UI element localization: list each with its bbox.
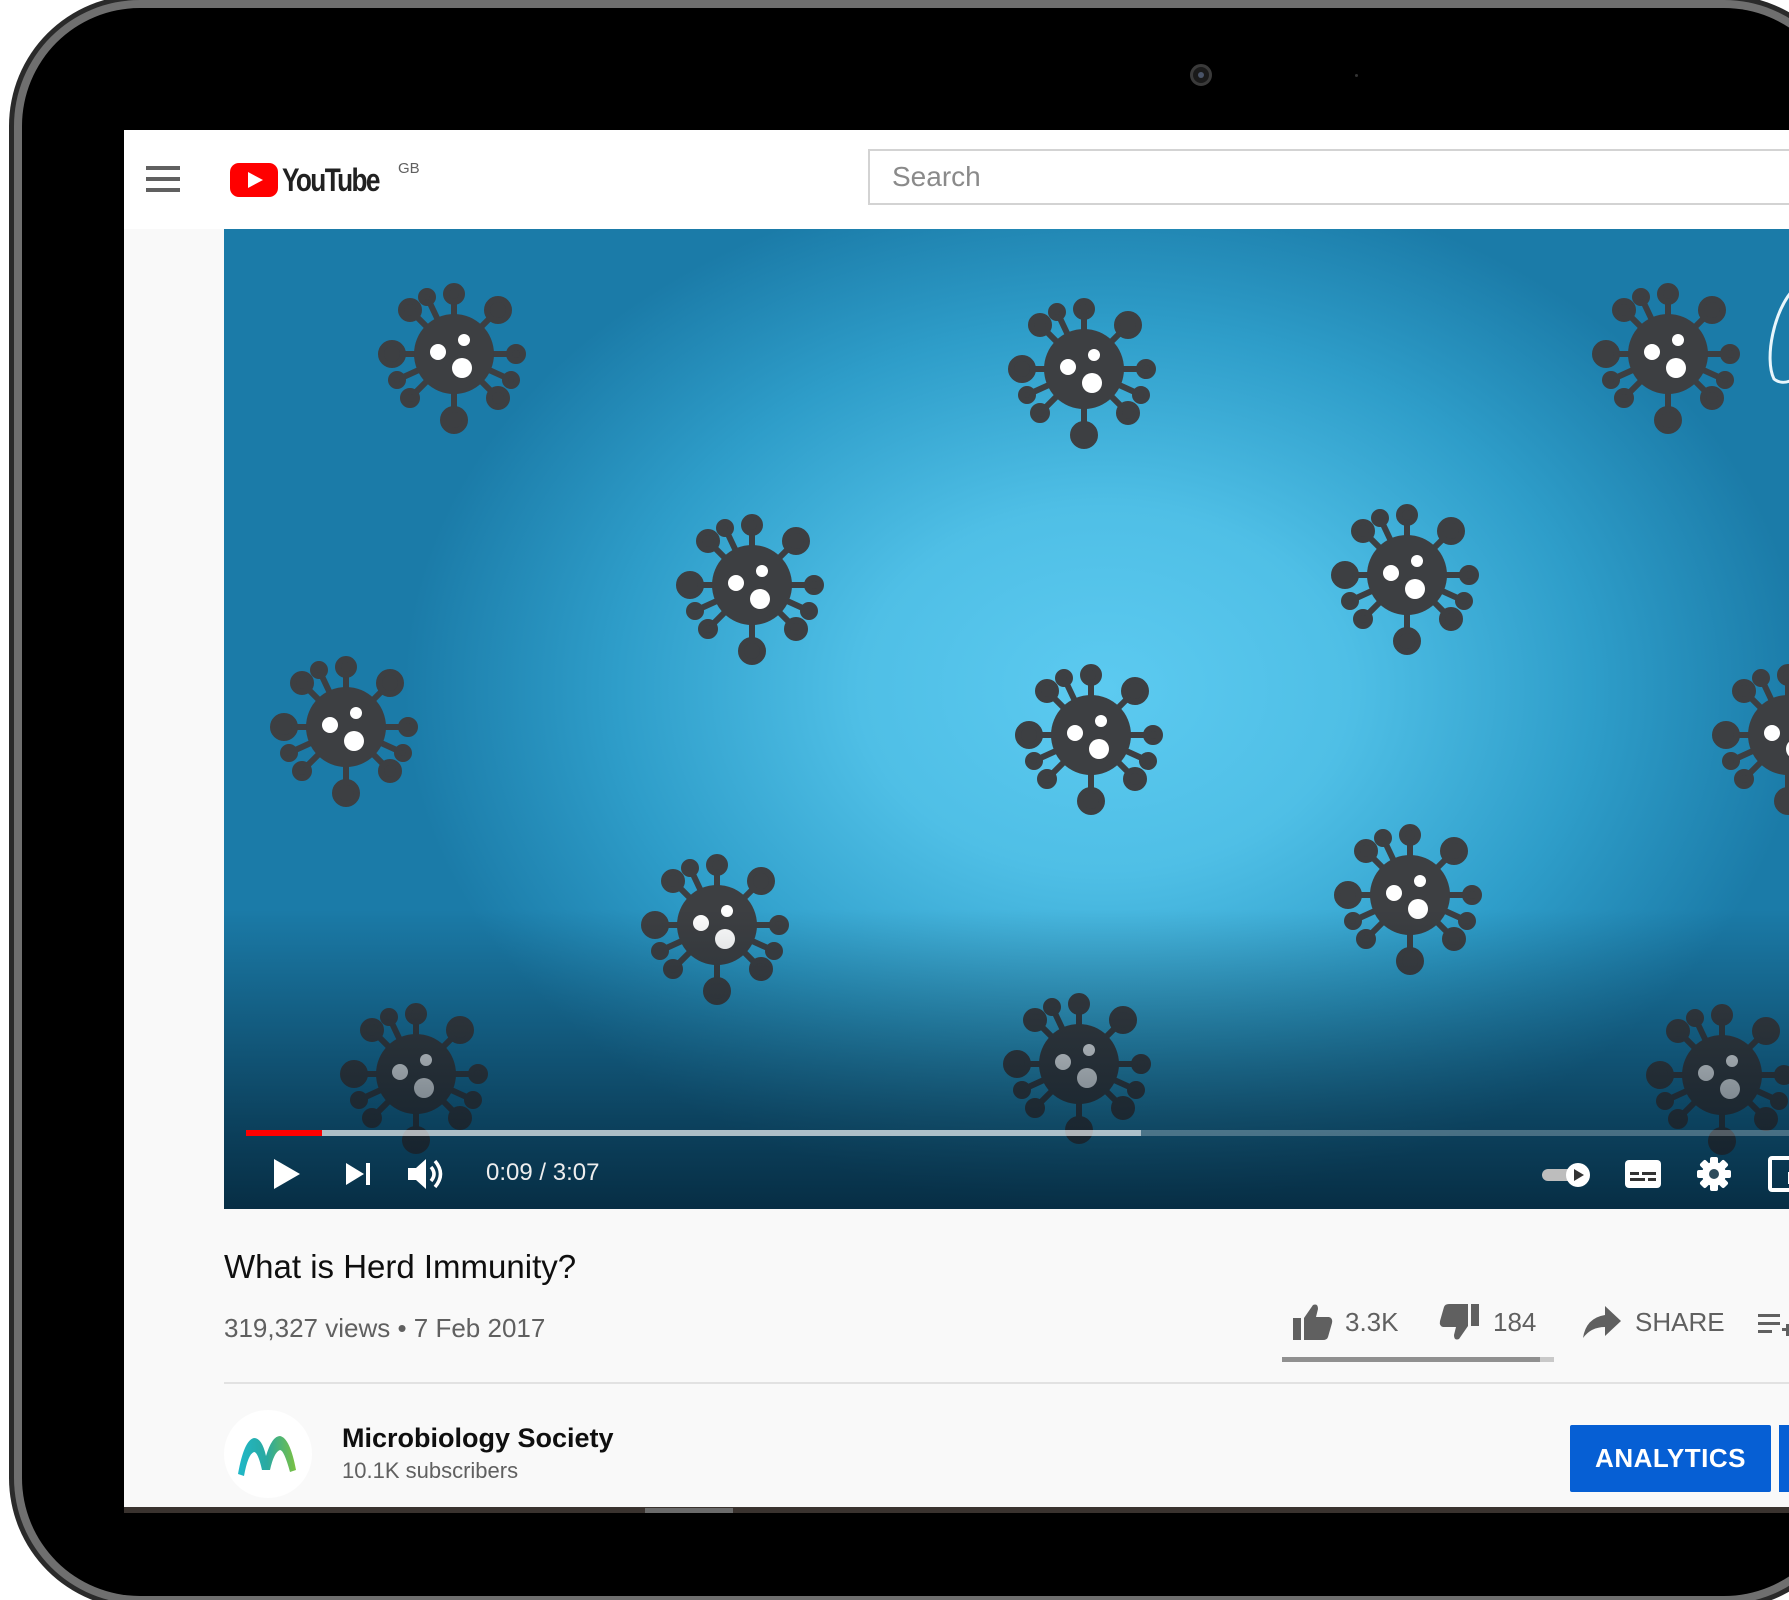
logo-text: YouTube — [282, 161, 381, 198]
progress-bar[interactable] — [246, 1130, 1789, 1136]
share-label: SHARE — [1635, 1306, 1725, 1337]
virus-graphic — [1588, 274, 1748, 434]
progress-buffered — [246, 1130, 1141, 1136]
masthead: YouTube GB — [124, 130, 1789, 229]
youtube-logo[interactable]: YouTube — [230, 160, 400, 200]
virus-graphic — [374, 274, 534, 434]
time-display: 0:09 / 3:07 — [486, 1159, 600, 1186]
share-button[interactable]: SHARE — [1581, 1298, 1725, 1346]
subscriber-count: 10.1K subscribers — [342, 1458, 519, 1483]
sentiment-likes — [1282, 1357, 1540, 1362]
share-arrow-icon — [1583, 1306, 1621, 1338]
like-count: 3.3K — [1345, 1306, 1399, 1337]
edit-video-button[interactable] — [1779, 1425, 1789, 1492]
virus-graphic — [1708, 655, 1789, 815]
dislike-count: 184 — [1493, 1306, 1537, 1337]
screen: YouTube GB Search 0:09 / 3:07 What is He… — [124, 130, 1789, 1507]
save-playlist-icon[interactable] — [1756, 1310, 1789, 1358]
virus-graphic — [672, 505, 832, 665]
miniplayer-icon[interactable] — [1768, 1156, 1789, 1192]
channel-name[interactable]: Microbiology Society — [342, 1423, 614, 1454]
sensor-dot — [1355, 74, 1358, 77]
like-button[interactable]: 3.3K — [1291, 1298, 1399, 1346]
channel-avatar[interactable] — [224, 1410, 312, 1498]
play-icon[interactable] — [272, 1157, 302, 1191]
hand-drawing — [1768, 292, 1789, 384]
screen-bottom-edge — [124, 1507, 1789, 1513]
sentiment-bar — [1282, 1357, 1554, 1362]
volume-icon[interactable] — [406, 1155, 450, 1193]
menu-icon[interactable] — [146, 166, 180, 192]
virus-graphic — [266, 647, 426, 807]
settings-gear-icon[interactable] — [1696, 1156, 1732, 1192]
dislike-thumb-icon — [1439, 1304, 1479, 1340]
virus-graphic — [1004, 289, 1164, 449]
dislike-button[interactable]: 184 — [1439, 1298, 1536, 1346]
video-title: What is Herd Immunity? — [224, 1248, 577, 1285]
virus-graphic — [1327, 495, 1487, 655]
virus-graphic — [1011, 655, 1171, 815]
youtube-logo-icon — [230, 163, 278, 197]
channel-avatar-logo — [238, 1436, 296, 1476]
video-meta: 319,327 views • 7 Feb 2017 — [224, 1313, 546, 1343]
next-icon[interactable] — [344, 1161, 374, 1187]
divider — [224, 1382, 1789, 1384]
analytics-button[interactable]: ANALYTICS — [1570, 1425, 1771, 1492]
progress-played — [246, 1130, 322, 1136]
like-thumb-icon — [1293, 1304, 1333, 1340]
camera-icon — [1190, 64, 1212, 86]
player-controls: 0:09 / 3:07 — [224, 1139, 1789, 1209]
search-box[interactable] — [868, 149, 1789, 205]
autoplay-toggle-icon[interactable] — [1540, 1161, 1594, 1189]
home-indicator — [645, 1508, 733, 1513]
video-player[interactable]: 0:09 / 3:07 — [224, 229, 1789, 1209]
country-code: GB — [398, 160, 420, 177]
search-input[interactable] — [870, 151, 1789, 203]
subtitles-icon[interactable] — [1624, 1159, 1662, 1189]
